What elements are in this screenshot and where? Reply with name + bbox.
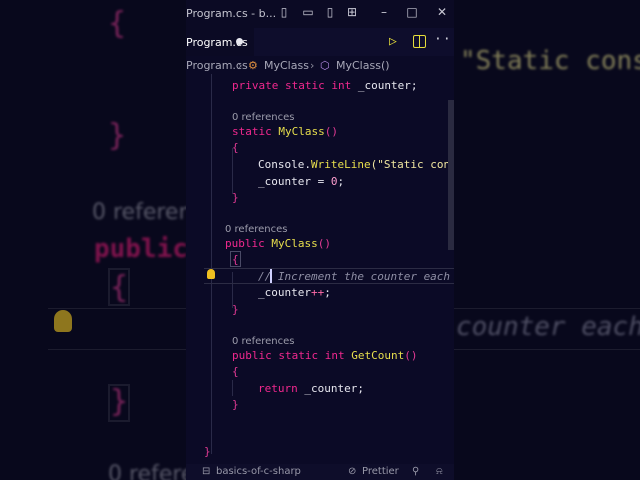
bg-comment: counter each [456, 312, 640, 342]
code-line-console: Console.WriteLine("Static cons [258, 158, 454, 171]
close-icon[interactable]: ✕ [436, 6, 448, 18]
code-line-static-ctor: static MyClass() [232, 125, 338, 138]
unsaved-dot-icon[interactable] [236, 38, 243, 45]
tab-program-cs[interactable]: Program.cs [186, 28, 254, 56]
bg-brace-close: } [108, 118, 127, 153]
breadcrumb-chevron-icon: › [238, 59, 243, 72]
code-line-increment: _counter++; [258, 286, 331, 299]
code-brace: } [232, 303, 239, 316]
code-brace: { [232, 253, 239, 266]
code-line-return: return _counter; [258, 382, 364, 395]
code-line-public-ctor: public MyClass() [225, 237, 331, 250]
breadcrumb-method[interactable]: MyClass() [336, 59, 390, 72]
code-comment: // Increment the counter each [258, 270, 451, 283]
code-brace: } [232, 191, 239, 204]
bg-public: public [94, 234, 188, 264]
toggle-panel-icon[interactable]: ▭ [302, 6, 314, 18]
bg-brace-open: { [108, 6, 127, 41]
toggle-sidebar-icon[interactable]: ▯ [278, 6, 290, 18]
class-symbol-icon: ⚙ [248, 59, 258, 72]
method-symbol-icon: ⬡ [320, 59, 330, 72]
prettier-icon[interactable]: ⊘ [348, 466, 356, 477]
code-line-assign: _counter = 0; [258, 175, 345, 188]
maximize-icon[interactable]: □ [406, 6, 418, 18]
breadcrumb-class[interactable]: MyClass [264, 59, 309, 72]
status-bar: ⊟ basics-of-c-sharp ⊘ Prettier ⚲ ⍾ [186, 464, 454, 480]
bg-refs-bottom: 0 refere [108, 462, 195, 480]
customize-layout-icon[interactable]: ⊞ [346, 6, 358, 18]
code-brace: } [232, 398, 239, 411]
run-icon[interactable]: ▷ [389, 34, 397, 49]
more-actions-icon[interactable]: ··· [434, 32, 454, 47]
minimize-icon[interactable]: – [378, 6, 390, 18]
breadcrumb: Program.cs › ⚙ MyClass › ⬡ MyClass() [186, 58, 454, 74]
code-brace: { [232, 141, 239, 154]
breadcrumb-chevron-icon: › [310, 59, 315, 72]
title-bar: Program.cs - b... ▯ ▭ ▯ ⊞ – □ ✕ [186, 0, 454, 28]
bg-string: "Static cons [460, 46, 640, 76]
indent-guide [232, 380, 233, 396]
branch-icon[interactable]: ⊟ [202, 466, 210, 477]
bg-lightbulb-icon [54, 310, 72, 332]
notifications-icon[interactable]: ⍾ [436, 466, 443, 477]
status-branch[interactable]: basics-of-c-sharp [216, 466, 301, 477]
vertical-scrollbar[interactable] [448, 100, 454, 250]
code-line-getcount: public static int GetCount() [232, 349, 418, 362]
bg-brace-open-2: { [110, 270, 129, 305]
text-cursor [270, 269, 272, 283]
indent-guide [211, 74, 212, 454]
code-editor[interactable]: private static int _counter; 0 reference… [186, 74, 454, 458]
lightbulb-icon[interactable] [207, 269, 215, 279]
code-line-field: private static int _counter; [232, 79, 418, 92]
code-brace: { [232, 365, 239, 378]
split-editor-icon[interactable] [413, 35, 426, 48]
window-title: Program.cs - b... [186, 7, 277, 20]
toggle-secondary-sidebar-icon[interactable]: ▯ [324, 6, 336, 18]
editor-window: Program.cs - b... ▯ ▭ ▯ ⊞ – □ ✕ Program.… [186, 0, 454, 480]
bg-brace-close-2: } [110, 384, 129, 419]
status-prettier[interactable]: Prettier [362, 466, 399, 477]
code-brace: } [204, 445, 211, 458]
live-share-icon[interactable]: ⚲ [412, 466, 419, 477]
